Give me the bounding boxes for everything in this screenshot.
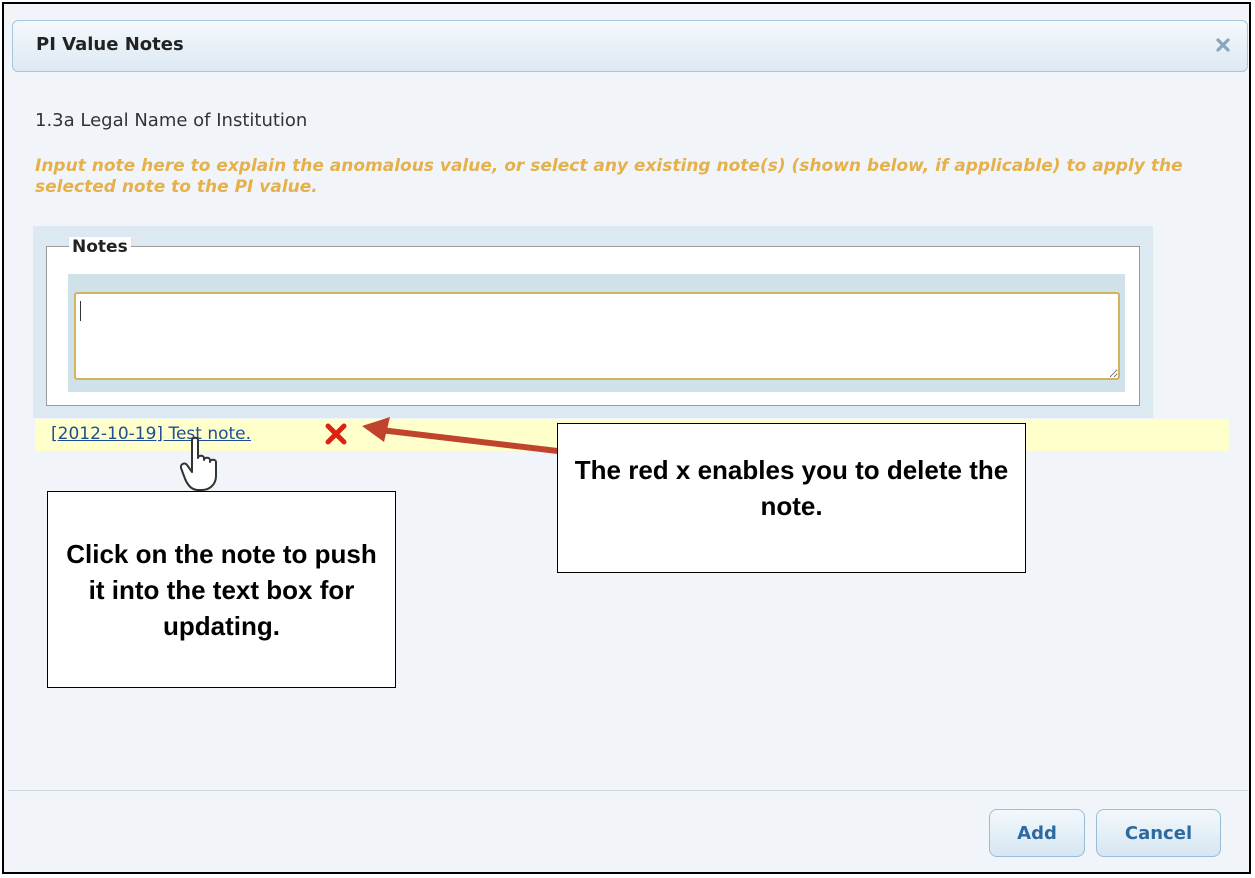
- cancel-button[interactable]: Cancel: [1096, 809, 1221, 857]
- close-icon[interactable]: [1213, 35, 1233, 55]
- notes-legend: Notes: [69, 237, 131, 257]
- footer-divider: [8, 790, 1248, 791]
- field-label: 1.3a Legal Name of Institution: [35, 110, 308, 131]
- dialog-title: PI Value Notes: [36, 34, 184, 55]
- notes-panel: Notes: [33, 226, 1153, 418]
- notes-fieldset: Notes: [46, 237, 1140, 406]
- dialog-titlebar: PI Value Notes: [12, 20, 1248, 72]
- instruction-hint: Input note here to explain the anomalous…: [35, 156, 1183, 197]
- notes-textarea-frame: [68, 274, 1125, 392]
- delete-callout: The red x enables you to delete the note…: [557, 423, 1026, 573]
- text-cursor: [80, 301, 81, 321]
- annotation-arrow: [362, 417, 569, 455]
- add-button[interactable]: Add: [989, 809, 1085, 857]
- hand-cursor-icon: [179, 436, 217, 491]
- click-callout: Click on the note to push it into the te…: [47, 491, 396, 688]
- pi-value-notes-dialog: PI Value Notes 1.3a Legal Name of Instit…: [2, 2, 1251, 874]
- notes-textarea[interactable]: [74, 292, 1120, 380]
